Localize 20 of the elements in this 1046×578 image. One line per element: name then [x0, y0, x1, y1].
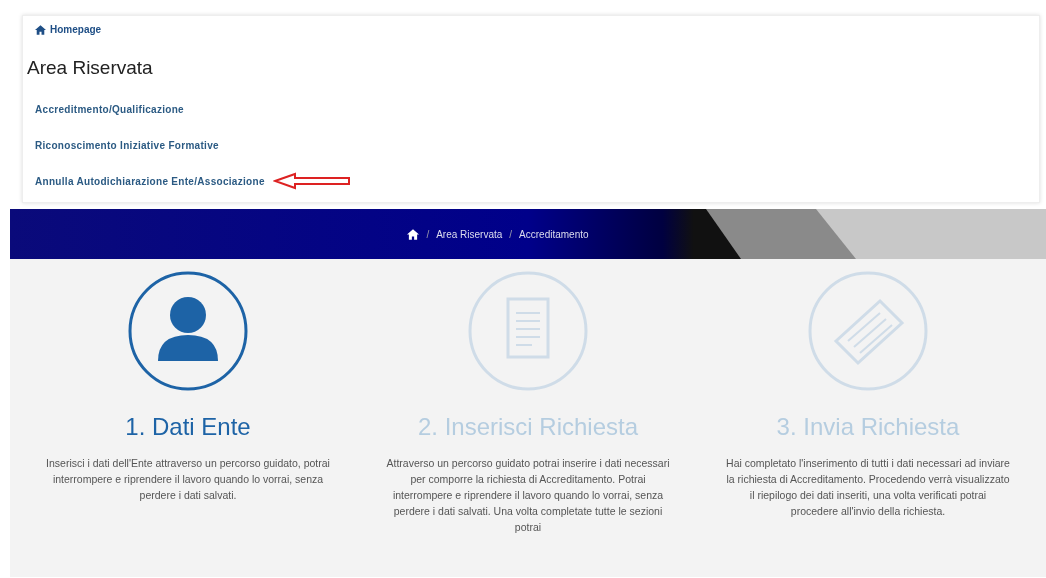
breadcrumb-separator: /	[509, 228, 513, 240]
breadcrumb-link[interactable]: Area Riservata	[436, 228, 503, 240]
send-step-icon	[808, 271, 928, 391]
person-step-icon	[128, 271, 248, 391]
homepage-link[interactable]: Homepage	[35, 24, 102, 35]
step-description: Inserisci i dati dell'Ente attraverso un percorso guidato, potrai interrompere e riprendere il lavoro quando lo vorrai, senza perdere i dati salvati.	[45, 456, 331, 503]
step-title: 2. Inserisci Richiesta	[417, 413, 639, 441]
step-description: Attraverso un percorso guidato potrai inserire i dati necessari per comporre la richiesta di Accreditamento. Potrai interrompere e riprendere il lavoro quando lo vorrai, senza perdere i dati salvati. Una volta completate tutte le sezioni potrai	[385, 456, 671, 535]
section-title: Area Riservata	[27, 57, 154, 79]
home-icon	[407, 228, 420, 240]
menu-link[interactable]: Accreditmento/Qualificazione	[35, 103, 184, 115]
document-step-icon	[468, 271, 588, 391]
step-title: 1. Dati Ente	[125, 413, 251, 441]
menu-link[interactable]: Annulla Autodichiarazione Ente/Associazione	[35, 175, 265, 187]
step-description: Hai completato l'inserimento di tutti i dati necessari ad inviare la richiesta di Accreditamento. Procedendo verrà visualizzato il riepilogo dei dati inseriti, una volta verificati potrai procedere all'invio della richiesta.	[725, 456, 1011, 519]
home-icon	[35, 24, 46, 35]
menu-link[interactable]: Riconoscimento Iniziative Formative	[35, 139, 219, 151]
breadcrumb-separator: /	[426, 228, 430, 240]
breadcrumb-link[interactable]: Accreditamento	[519, 228, 589, 240]
step-title: 3. Invia Richiesta	[776, 413, 960, 441]
